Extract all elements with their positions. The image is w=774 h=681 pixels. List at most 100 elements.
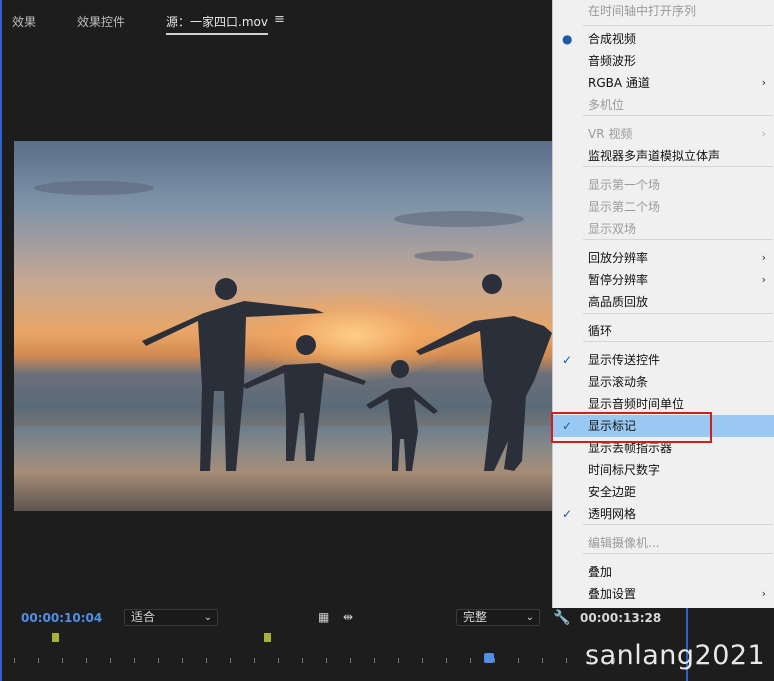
menu-item-label: 高品质回放 bbox=[588, 295, 649, 309]
menu-item: 多机位 bbox=[553, 94, 774, 116]
ruler-tick bbox=[110, 658, 111, 663]
menu-item[interactable]: 循环 bbox=[553, 320, 774, 342]
chevron-down-icon: ⌄ bbox=[203, 612, 212, 623]
menu-item-label: 显示第一个场 bbox=[588, 178, 661, 192]
watermark-text: sanlang2021 bbox=[585, 640, 766, 671]
chevron-right-icon: › bbox=[761, 251, 766, 264]
quality-dropdown-value: 完整 bbox=[463, 610, 488, 624]
menu-item-label: 显示音频时间单位 bbox=[588, 397, 685, 411]
family-silhouettes bbox=[142, 274, 552, 471]
fit-dropdown-value: 适合 bbox=[131, 610, 156, 624]
menu-item: 编辑摄像机... bbox=[553, 532, 774, 554]
playhead[interactable] bbox=[484, 653, 494, 663]
menu-item[interactable]: 显示滚动条 bbox=[553, 371, 774, 393]
chevron-right-icon: › bbox=[761, 587, 766, 600]
menu-separator bbox=[583, 313, 773, 314]
clip-marker[interactable] bbox=[52, 633, 59, 642]
menu-separator bbox=[583, 166, 773, 167]
menu-item[interactable]: 回放分辨率 › bbox=[553, 247, 774, 269]
ruler-tick bbox=[422, 658, 423, 663]
time-ruler[interactable] bbox=[14, 644, 684, 674]
menu-item[interactable]: 时间标尺数字 bbox=[553, 459, 774, 481]
menu-item-label: 显示第二个场 bbox=[588, 200, 661, 214]
menu-item[interactable]: 叠加 bbox=[553, 561, 774, 583]
menu-item-label: 回放分辨率 bbox=[588, 251, 649, 265]
ruler-tick bbox=[86, 658, 87, 663]
tab-effect-controls[interactable]: 效果控件 bbox=[77, 13, 125, 30]
ruler-tick bbox=[14, 658, 15, 663]
radio-dot-icon: ● bbox=[562, 32, 573, 46]
menu-item-label: 安全边距 bbox=[588, 485, 637, 499]
menu-item: 在时间轴中打开序列 bbox=[553, 0, 774, 22]
video-frame bbox=[14, 141, 552, 511]
menu-item: 显示第二个场 bbox=[553, 196, 774, 218]
wrench-icon[interactable]: 🔧 bbox=[553, 610, 570, 626]
panel-menu-icon[interactable]: ≡ bbox=[274, 12, 285, 27]
menu-item-label: 叠加设置 bbox=[588, 587, 637, 601]
menu-item: VR 视频 › bbox=[553, 123, 774, 145]
checkmark-icon: ✓ bbox=[562, 353, 573, 367]
ruler-tick bbox=[446, 658, 447, 663]
ruler-tick bbox=[278, 658, 279, 663]
ruler-tick bbox=[350, 658, 351, 663]
tab-effects[interactable]: 效果 bbox=[12, 13, 36, 30]
menu-item-label: 音频波形 bbox=[588, 54, 637, 68]
menu-item-label: 多机位 bbox=[588, 98, 625, 112]
ruler-tick bbox=[470, 658, 471, 663]
ruler-tick bbox=[38, 658, 39, 663]
menu-item-label: 显示双场 bbox=[588, 222, 637, 236]
menu-item[interactable]: 暂停分辨率 › bbox=[553, 269, 774, 291]
menu-item-label: 时间标尺数字 bbox=[588, 463, 661, 477]
menu-item-label: RGBA 通道 bbox=[588, 76, 650, 90]
clip-marker[interactable] bbox=[264, 633, 271, 642]
chevron-right-icon: › bbox=[761, 76, 766, 89]
quality-dropdown[interactable]: 完整 ⌄ bbox=[456, 609, 540, 626]
chevron-down-icon: ⌄ bbox=[525, 612, 534, 623]
menu-item[interactable]: 监视器多声道模拟立体声 bbox=[553, 145, 774, 167]
ruler-tick bbox=[566, 658, 567, 663]
menu-item-label: 监视器多声道模拟立体声 bbox=[588, 149, 721, 163]
duration-timecode: 00:00:13:28 bbox=[580, 611, 662, 625]
menu-item[interactable]: ✓ 透明网格 bbox=[553, 503, 774, 525]
ruler-tick bbox=[206, 658, 207, 663]
menu-item[interactable]: ● 合成视频 bbox=[553, 28, 774, 50]
ruler-tick bbox=[134, 658, 135, 663]
drag-video-audio-icon[interactable]: ⇹ bbox=[343, 610, 353, 624]
menu-separator bbox=[583, 524, 773, 525]
ruler-tick bbox=[62, 658, 63, 663]
menu-item-label: VR 视频 bbox=[588, 127, 633, 141]
menu-item-label: 显示丢帧指示器 bbox=[588, 441, 673, 455]
ruler-tick bbox=[494, 658, 495, 663]
menu-separator bbox=[583, 115, 773, 116]
menu-item[interactable]: 叠加设置 › bbox=[553, 583, 774, 605]
menu-item-label: 合成视频 bbox=[588, 32, 637, 46]
menu-item-label: 在时间轴中打开序列 bbox=[588, 4, 697, 18]
menu-item: 显示第一个场 bbox=[553, 174, 774, 196]
menu-item[interactable]: ✓ 显示传送控件 bbox=[553, 349, 774, 371]
menu-item-label: 暂停分辨率 bbox=[588, 273, 649, 287]
menu-item-label: 显示滚动条 bbox=[588, 375, 649, 389]
menu-separator bbox=[583, 553, 773, 554]
menu-item-label: 编辑摄像机... bbox=[588, 536, 660, 550]
checkmark-icon: ✓ bbox=[562, 507, 573, 521]
ruler-tick bbox=[302, 658, 303, 663]
source-panel-menu: 在时间轴中打开序列 ● 合成视频音频波形 RGBA 通道 › 多机位 VR 视频 › 监视器多声… bbox=[552, 0, 774, 608]
menu-item-label: 显示传送控件 bbox=[588, 353, 661, 367]
tab-source[interactable]: 源：一家四口.mov bbox=[166, 13, 268, 35]
chevron-right-icon: › bbox=[761, 127, 766, 140]
menu-separator bbox=[583, 239, 773, 240]
menu-item[interactable]: 高品质回放 bbox=[553, 291, 774, 313]
menu-separator bbox=[583, 341, 773, 342]
fit-dropdown[interactable]: 适合 ⌄ bbox=[124, 609, 218, 626]
callout-box bbox=[551, 412, 712, 443]
menu-item[interactable]: 安全边距 bbox=[553, 481, 774, 503]
ruler-tick bbox=[326, 658, 327, 663]
menu-item[interactable]: RGBA 通道 › bbox=[553, 72, 774, 94]
ruler-tick bbox=[254, 658, 255, 663]
menu-item[interactable]: 音频波形 bbox=[553, 50, 774, 72]
ruler-tick bbox=[158, 658, 159, 663]
current-timecode[interactable]: 00:00:10:04 bbox=[21, 611, 102, 625]
menu-item-label: 叠加 bbox=[588, 565, 613, 579]
ruler-tick bbox=[518, 658, 519, 663]
export-frame-icon[interactable]: ▦ bbox=[318, 610, 329, 624]
